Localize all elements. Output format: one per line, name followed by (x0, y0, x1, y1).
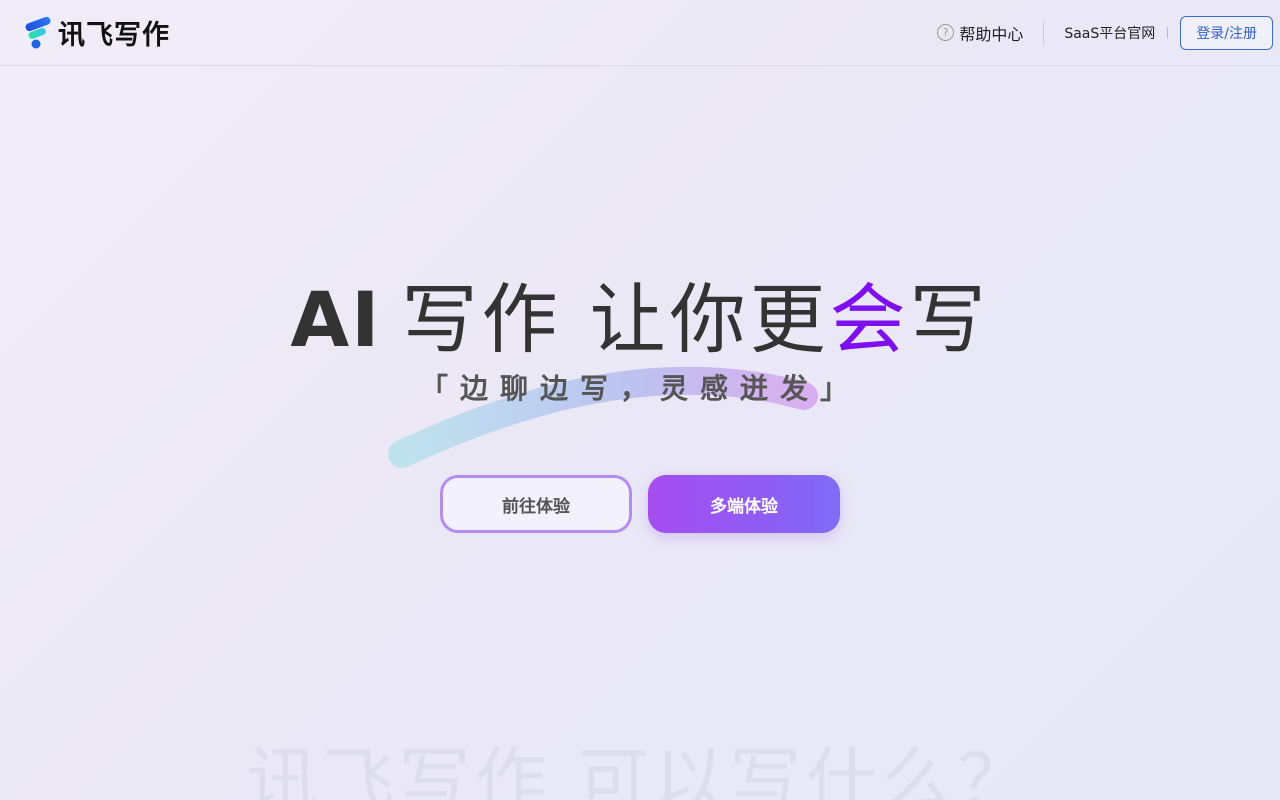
hero-title-end: 写 (909, 275, 990, 364)
brand-name: 讯飞写作 (58, 20, 170, 51)
hero-slogan: 「边聊边写，灵感迸发」 (419, 372, 860, 405)
help-center-link[interactable]: ? 帮助中心 (937, 21, 1043, 45)
logo-icon (25, 16, 51, 48)
hero-title-main: 写作 让你更 (401, 275, 830, 364)
multi-device-button[interactable]: 多端体验 (648, 475, 840, 533)
brand[interactable]: 讯飞写作 (24, 13, 170, 52)
hero-title-highlight: 会 (829, 275, 910, 364)
question-icon: ? (937, 24, 955, 41)
hero-title: AI 写作 让你更会写 (0, 258, 1280, 368)
nav-divider-small (1167, 27, 1169, 38)
top-nav: ? 帮助中心 SaaS平台官网 登录/注册 (937, 15, 1273, 50)
go-experience-button[interactable]: 前往体验 (440, 475, 632, 533)
top-header: 讯飞写作 ? 帮助中心 SaaS平台官网 登录/注册 (0, 0, 1280, 66)
hero-title-ai: AI (290, 275, 382, 364)
next-section-heading: 讯飞写作 可以写什么？ (246, 739, 1034, 800)
login-register-button[interactable]: 登录/注册 (1180, 15, 1273, 50)
help-center-label: 帮助中心 (959, 24, 1024, 44)
saas-platform-link[interactable]: SaaS平台官网 (1044, 23, 1167, 43)
